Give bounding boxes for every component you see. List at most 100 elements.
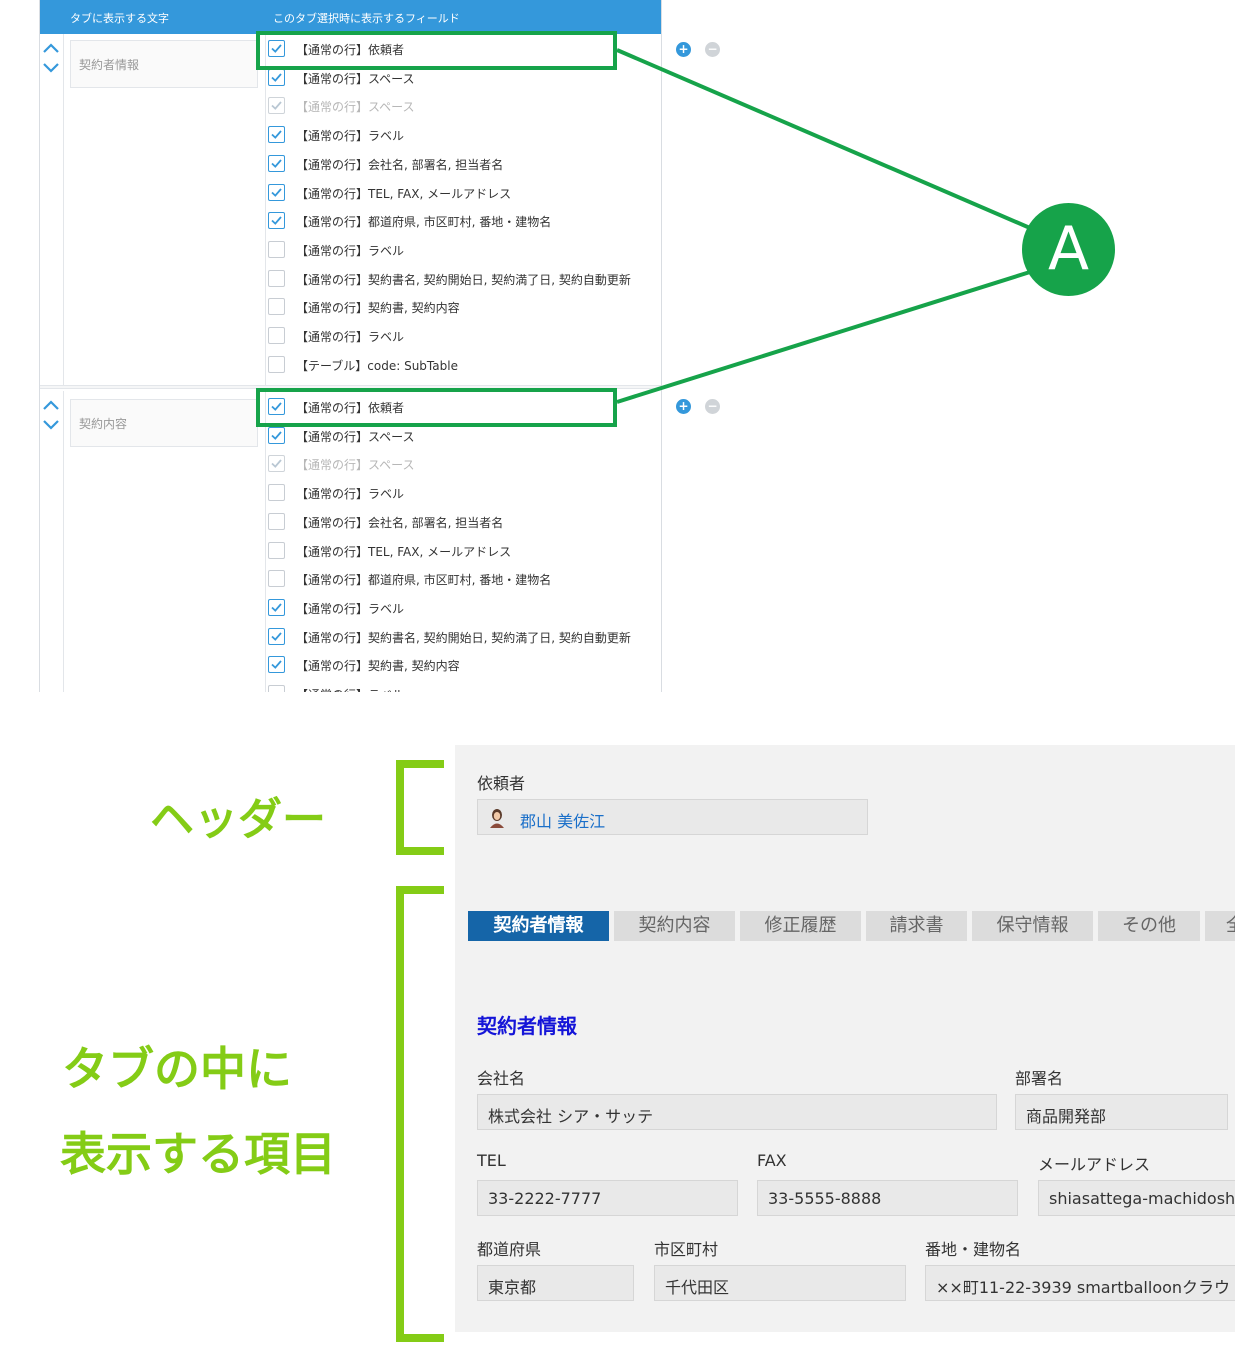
field-label: 【通常の行】ラベル xyxy=(296,686,404,692)
tab-settings-panel: タブに表示する文字 このタブ選択時に表示するフィールド 契約者情報 【通常の行】… xyxy=(39,0,662,692)
field-checkbox[interactable] xyxy=(268,627,285,645)
field-checkbox[interactable] xyxy=(268,570,285,588)
field-checkbox[interactable] xyxy=(268,298,285,316)
field-checkbox[interactable] xyxy=(268,126,285,144)
record-preview: 依頼者 郡山 美佐江 契約者情報契約内容修正履歴請求書保守情報その他全 契約者情… xyxy=(455,745,1235,1332)
tab-6[interactable]: 全 xyxy=(1205,911,1235,941)
checkmark-icon xyxy=(271,73,282,82)
field-checkbox[interactable] xyxy=(268,183,285,201)
field-label: 【通常の行】スペース xyxy=(296,71,415,86)
field-label: 【通常の行】TEL, FAX, メールアドレス xyxy=(296,544,512,559)
settings-table-header: タブに表示する文字 このタブ選択時に表示するフィールド xyxy=(40,0,661,34)
field-checkbox[interactable] xyxy=(268,240,285,258)
field-label: 【通常の行】契約書名, 契約開始日, 契約満了日, 契約自動更新 xyxy=(296,630,631,645)
highlight-box xyxy=(256,31,617,70)
requester-label: 依頼者 xyxy=(477,774,526,793)
fax-field: 33-5555-8888 xyxy=(757,1180,1018,1216)
tel-label: TEL xyxy=(477,1151,506,1170)
field-checkbox xyxy=(268,97,285,115)
field-checkbox xyxy=(268,455,285,473)
field-checkbox[interactable] xyxy=(268,327,285,344)
field-label: 【通常の行】都道府県, 市区町村, 番地・建物名 xyxy=(296,215,552,230)
checkmark-icon xyxy=(271,216,282,226)
tab-0[interactable]: 契約者情報 xyxy=(468,911,609,941)
field-checkbox[interactable] xyxy=(268,68,285,86)
remove-tab-button[interactable]: − xyxy=(705,42,720,57)
field-label: 【通常の行】スペース xyxy=(296,458,415,473)
move-up-icon[interactable] xyxy=(42,399,60,413)
email-field: shiasattega-machidoshi xyxy=(1038,1180,1235,1216)
department-label: 部署名 xyxy=(1015,1069,1064,1088)
field-label: 【通常の行】会社名, 部署名, 担当者名 xyxy=(296,157,504,172)
header-fields-column: このタブ選択時に表示するフィールド xyxy=(273,12,460,25)
field-label: 【通常の行】ラベル xyxy=(296,330,405,344)
tab-group-1: 契約者情報 【通常の行】依頼者 【通常の行】スペース 【通常の行】スペース 【通常の行… xyxy=(40,34,661,385)
checkmark-icon xyxy=(271,431,282,440)
header-tab-label-column: タブに表示する文字 xyxy=(70,12,169,25)
field-checkbox[interactable] xyxy=(268,154,285,172)
remove-tab-button[interactable]: − xyxy=(705,399,720,414)
checkmark-icon xyxy=(271,101,282,111)
tab-label-input[interactable]: 契約者情報 xyxy=(70,40,258,88)
field-label: 【通常の行】ラベル xyxy=(296,601,405,616)
field-checkbox[interactable] xyxy=(268,426,285,444)
checkmark-icon xyxy=(271,660,282,670)
tab-items-bracket xyxy=(396,886,444,1342)
department-field: 商品開発部 xyxy=(1015,1094,1228,1130)
address-field: ××町11-22-3939 smartballoonクラウ xyxy=(925,1265,1235,1301)
section-title: 契約者情報 xyxy=(477,1014,577,1038)
user-avatar-icon xyxy=(490,809,504,828)
field-checkbox[interactable] xyxy=(268,212,285,230)
checkmark-icon xyxy=(271,632,282,641)
move-down-icon[interactable] xyxy=(42,62,60,76)
tab-5[interactable]: その他 xyxy=(1098,911,1200,941)
tab-4[interactable]: 保守情報 xyxy=(972,911,1093,941)
column-divider xyxy=(265,34,266,385)
field-checkbox[interactable] xyxy=(268,484,285,502)
fax-label: FAX xyxy=(757,1151,787,1170)
annotation-tab-items-line1: タブの中に xyxy=(62,1042,292,1096)
field-checkbox[interactable] xyxy=(268,269,285,287)
field-checkbox[interactable] xyxy=(268,355,285,373)
field-checkbox[interactable] xyxy=(268,512,285,530)
checkmark-icon xyxy=(271,187,282,197)
requester-field: 郡山 美佐江 xyxy=(477,799,868,835)
tab-group-2: 契約内容 【通常の行】依頼者 【通常の行】スペース 【通常の行】スペース 【通常の行】… xyxy=(40,391,661,692)
add-tab-button[interactable]: + xyxy=(676,42,691,57)
add-tab-button[interactable]: + xyxy=(676,399,691,414)
field-label: 【通常の行】ラベル xyxy=(296,129,405,144)
tab-2[interactable]: 修正履歴 xyxy=(740,911,861,941)
field-checkbox[interactable] xyxy=(268,598,285,616)
prefecture-field: 東京都 xyxy=(477,1265,634,1301)
field-label: 【通常の行】スペース xyxy=(296,100,415,115)
tab-label-input[interactable]: 契約内容 xyxy=(70,399,258,447)
column-divider xyxy=(63,34,64,385)
annotation-tab-items-line2: 表示する項目 xyxy=(60,1127,336,1181)
address-label: 番地・建物名 xyxy=(925,1240,1022,1259)
field-label: 【通常の行】契約書, 契約内容 xyxy=(296,659,460,674)
field-label: 【通常の行】都道府県, 市区町村, 番地・建物名 xyxy=(296,573,552,588)
field-label: 【通常の行】スペース xyxy=(296,429,415,444)
highlight-box xyxy=(256,388,617,427)
column-divider xyxy=(265,391,266,692)
callout-line xyxy=(616,48,1031,230)
field-checkbox[interactable] xyxy=(268,685,285,692)
move-up-icon[interactable] xyxy=(42,42,60,56)
company-label: 会社名 xyxy=(477,1069,526,1088)
annotation-header: ヘッダー xyxy=(150,794,326,845)
email-label: メールアドレス xyxy=(1038,1155,1151,1174)
field-checkbox[interactable] xyxy=(268,541,285,559)
field-label: 【通常の行】ラベル xyxy=(296,487,405,502)
tab-1[interactable]: 契約内容 xyxy=(614,911,735,941)
field-checkbox[interactable] xyxy=(268,656,285,674)
move-down-icon[interactable] xyxy=(42,419,60,433)
checkmark-icon xyxy=(271,459,282,469)
checkmark-icon xyxy=(271,130,282,139)
field-label: 【通常の行】契約書名, 契約開始日, 契約満了日, 契約自動更新 xyxy=(296,272,631,287)
header-bracket xyxy=(396,760,444,855)
tel-field: 33-2222-7777 xyxy=(477,1180,738,1216)
column-divider xyxy=(63,391,64,692)
checkmark-icon xyxy=(271,159,282,168)
tab-3[interactable]: 請求書 xyxy=(866,911,967,941)
field-label: 【通常の行】会社名, 部署名, 担当者名 xyxy=(296,515,504,530)
